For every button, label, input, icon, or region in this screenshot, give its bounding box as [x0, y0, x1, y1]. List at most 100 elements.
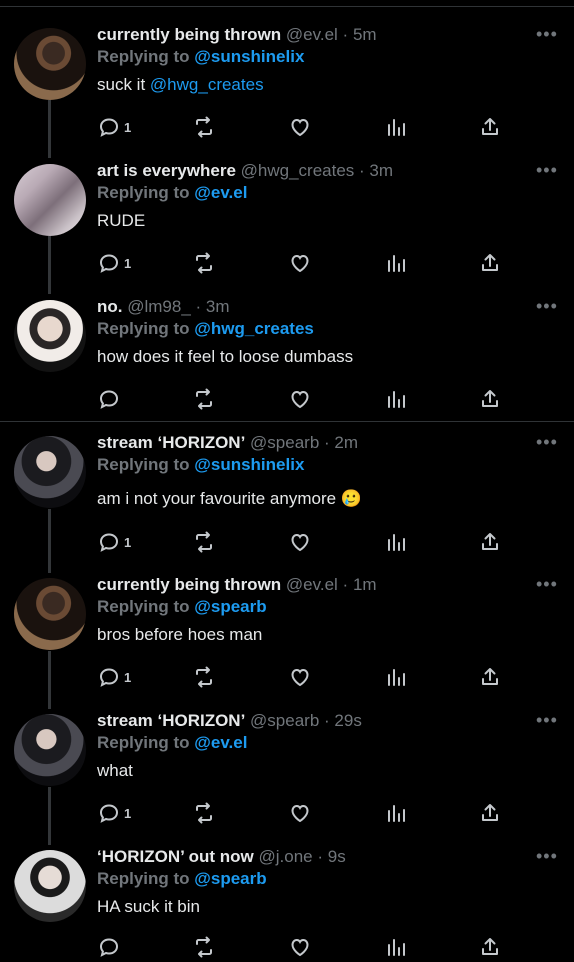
retweet-icon: [196, 802, 212, 824]
views-button[interactable]: [384, 800, 408, 826]
handle[interactable]: @hwg_creates: [241, 161, 355, 180]
like-button[interactable]: [288, 386, 312, 412]
replying-to-handle[interactable]: @spearb: [194, 597, 266, 616]
like-button[interactable]: [288, 529, 312, 555]
share-button[interactable]: [478, 664, 502, 690]
separator: ·: [337, 25, 353, 44]
reply-button[interactable]: 1: [97, 529, 131, 555]
share-button[interactable]: [478, 386, 502, 412]
separator: ·: [337, 575, 353, 594]
replying-to: Replying to @ev.el: [97, 182, 247, 204]
share-icon: [482, 254, 498, 271]
timestamp[interactable]: 1m: [353, 575, 377, 594]
replying-to-handle[interactable]: @sunshinelix: [194, 47, 304, 66]
more-options-icon[interactable]: •••: [536, 846, 558, 867]
timestamp[interactable]: 3m: [369, 161, 393, 180]
handle[interactable]: @lm98_: [127, 297, 191, 316]
replying-to: Replying to @spearb: [97, 868, 267, 890]
separator: ·: [354, 161, 370, 180]
reply-button[interactable]: [97, 934, 124, 960]
views-button[interactable]: [384, 386, 408, 412]
display-name[interactable]: stream ‘HORIZON’: [97, 433, 245, 452]
tweet-actions: 1: [0, 114, 574, 142]
views-button[interactable]: [384, 529, 408, 555]
replying-to-label: Replying to: [97, 455, 190, 474]
more-options-icon[interactable]: •••: [536, 574, 558, 595]
reply-count: 1: [124, 805, 132, 821]
tweet-text-content: what: [97, 761, 133, 780]
more-options-icon[interactable]: •••: [536, 432, 558, 453]
retweet-icon: [196, 531, 212, 553]
handle[interactable]: @spearb: [250, 711, 319, 730]
avatar[interactable]: [14, 436, 86, 508]
retweet-button[interactable]: [192, 250, 216, 276]
avatar[interactable]: [14, 714, 86, 786]
retweet-button[interactable]: [192, 529, 216, 555]
tweet-text: HA suck it bin: [97, 896, 200, 918]
reply-button[interactable]: 1: [97, 664, 131, 690]
display-name[interactable]: art is everywhere: [97, 161, 236, 180]
like-button[interactable]: [288, 800, 312, 826]
reply-button[interactable]: 1: [97, 250, 131, 276]
handle[interactable]: @ev.el: [286, 25, 338, 44]
retweet-button[interactable]: [192, 114, 216, 140]
timestamp[interactable]: 3m: [206, 297, 230, 316]
views-button[interactable]: [384, 250, 408, 276]
timestamp[interactable]: 29s: [334, 711, 361, 730]
reply-button[interactable]: [97, 386, 124, 412]
share-button[interactable]: [478, 529, 502, 555]
replying-to-handle[interactable]: @sunshinelix: [194, 455, 304, 474]
more-options-icon[interactable]: •••: [536, 160, 558, 181]
display-name[interactable]: stream ‘HORIZON’: [97, 711, 245, 730]
like-button[interactable]: [288, 664, 312, 690]
timestamp[interactable]: 5m: [353, 25, 377, 44]
tweet-text-content: am i not your favourite anymore 🥲: [97, 489, 362, 508]
views-button[interactable]: [384, 114, 408, 140]
views-icon: [388, 805, 405, 822]
share-button[interactable]: [478, 800, 502, 826]
replying-to-handle[interactable]: @ev.el: [194, 733, 247, 752]
share-button[interactable]: [478, 934, 502, 960]
reply-button[interactable]: 1: [97, 114, 131, 140]
handle[interactable]: @spearb: [250, 433, 319, 452]
more-options-icon[interactable]: •••: [536, 24, 558, 45]
more-options-icon[interactable]: •••: [536, 710, 558, 731]
handle[interactable]: @ev.el: [286, 575, 338, 594]
display-name[interactable]: no.: [97, 297, 123, 316]
handle[interactable]: @j.one: [259, 847, 313, 866]
avatar[interactable]: [14, 164, 86, 236]
avatar[interactable]: [14, 28, 86, 100]
mention-link[interactable]: @hwg_creates: [150, 75, 264, 94]
more-options-icon[interactable]: •••: [536, 296, 558, 317]
display-name[interactable]: currently being thrown: [97, 575, 281, 594]
like-button[interactable]: [288, 114, 312, 140]
views-button[interactable]: [384, 934, 408, 960]
retweet-button[interactable]: [192, 664, 216, 690]
retweet-button[interactable]: [192, 386, 216, 412]
replying-to-handle[interactable]: @ev.el: [194, 183, 247, 202]
retweet-button[interactable]: [192, 800, 216, 826]
tweet-actions: [0, 934, 574, 962]
tweet-text-content: HA suck it bin: [97, 897, 200, 916]
like-button[interactable]: [288, 934, 312, 960]
like-button[interactable]: [288, 250, 312, 276]
timestamp[interactable]: 2m: [334, 433, 358, 452]
share-button[interactable]: [478, 250, 502, 276]
like-icon: [291, 118, 309, 137]
views-icon: [388, 255, 405, 272]
avatar[interactable]: [14, 300, 86, 372]
display-name[interactable]: currently being thrown: [97, 25, 281, 44]
views-icon: [388, 534, 405, 551]
share-icon: [482, 938, 498, 955]
views-button[interactable]: [384, 664, 408, 690]
avatar[interactable]: [14, 850, 86, 922]
retweet-button[interactable]: [192, 934, 216, 960]
replying-to-handle[interactable]: @spearb: [194, 869, 266, 888]
timestamp[interactable]: 9s: [328, 847, 346, 866]
replying-to-handle[interactable]: @hwg_creates: [194, 319, 314, 338]
display-name[interactable]: ‘HORIZON’ out now: [97, 847, 254, 866]
avatar[interactable]: [14, 578, 86, 650]
retweet-icon: [196, 252, 212, 274]
reply-button[interactable]: 1: [97, 800, 131, 826]
share-button[interactable]: [478, 114, 502, 140]
